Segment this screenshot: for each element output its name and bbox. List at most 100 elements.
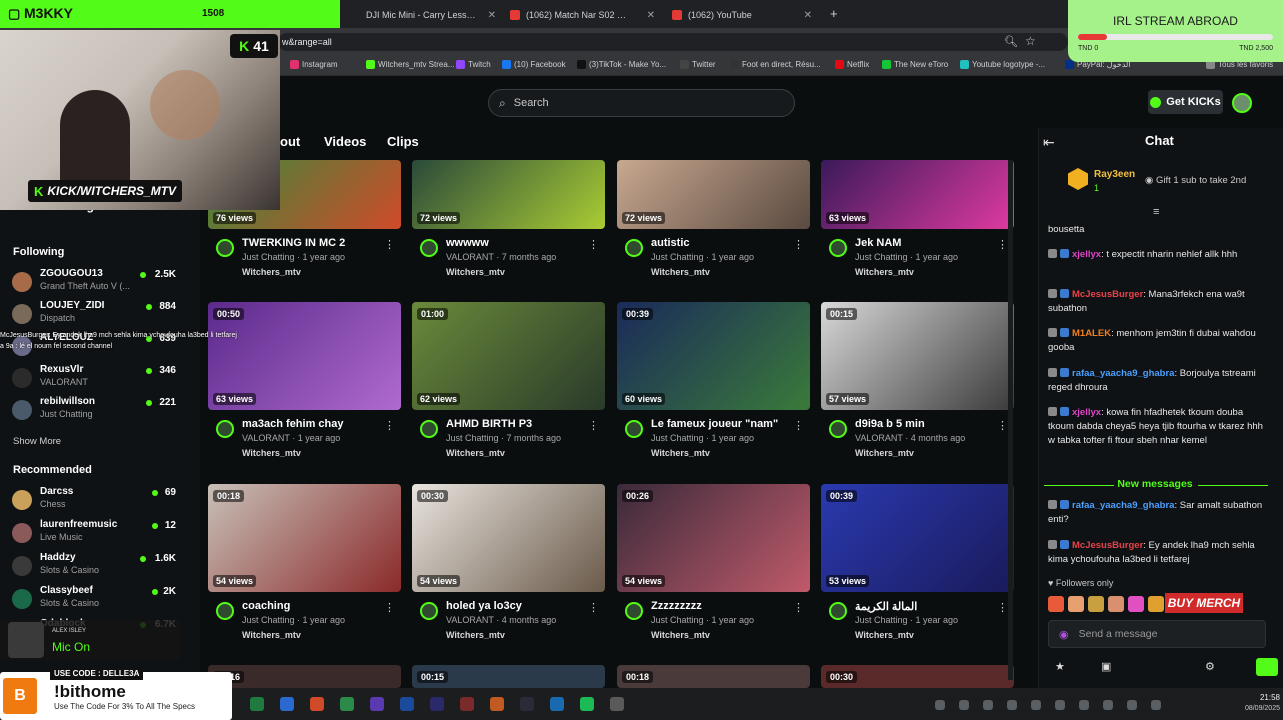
chat-message[interactable]: rafaa_yaacha9_ghabra: Sar amalt subathon… <box>1048 499 1266 527</box>
taskbar-app-icon[interactable] <box>520 697 534 711</box>
sidebar-channel[interactable]: LOUJEY_ZIDI Dispatch 884 <box>12 300 188 330</box>
more-options-icon[interactable]: ⋮ <box>793 238 804 251</box>
more-options-icon[interactable]: ⋮ <box>997 601 1008 614</box>
clip-card[interactable]: 72 views wwwww VALORANT · 7 months ago Witc… <box>412 160 605 295</box>
more-options-icon[interactable]: ⋮ <box>588 419 599 432</box>
clip-channel[interactable]: Witchers_mtv <box>242 267 301 277</box>
search-bar[interactable]: ⌕ Search <box>488 89 795 117</box>
tray-icon[interactable] <box>1007 700 1017 710</box>
close-tab-icon[interactable]: ✕ <box>647 10 655 21</box>
clip-thumbnail[interactable]: 00:18 54 views <box>208 484 401 592</box>
clip-category[interactable]: Just Chatting <box>242 615 295 625</box>
taskbar-app-icon[interactable] <box>280 697 294 711</box>
clip-card[interactable]: 01:00 62 views AHMD BIRTH P3 Just Chatting … <box>412 302 605 476</box>
clip-card[interactable]: 63 views Jek NAM Just Chatting · 1 year ag… <box>821 160 1014 295</box>
clip-title[interactable]: Le fameux joueur "nam" <box>651 418 778 430</box>
taskbar-app-icon[interactable] <box>430 697 444 711</box>
channel-avatar[interactable] <box>625 420 643 438</box>
scrollbar[interactable] <box>1008 160 1013 680</box>
clip-category[interactable]: VALORANT <box>242 433 290 443</box>
channel-avatar[interactable] <box>420 602 438 620</box>
channel-avatar[interactable] <box>216 420 234 438</box>
browser-tab[interactable]: DJI Mic Mini - Carry Less, Captu ✕ <box>366 4 496 26</box>
tray-icon[interactable] <box>1031 700 1041 710</box>
chat-username[interactable]: xjellyx <box>1072 249 1101 260</box>
clip-title[interactable]: holed ya lo3cy <box>446 600 522 612</box>
bookmark-item[interactable]: (3)TikTok - Make Yo... <box>577 60 666 69</box>
taskbar-app-icon[interactable] <box>460 697 474 711</box>
emote-icon[interactable] <box>1048 596 1064 612</box>
bookmark-item[interactable]: Twitter <box>680 60 716 69</box>
clip-card[interactable]: 00:15 57 views d9i9a b 5 min VALORANT · 4 m… <box>821 302 1014 476</box>
clip-channel[interactable]: Witchers_mtv <box>446 448 505 458</box>
chat-username[interactable]: McJesusBurger <box>1072 540 1143 551</box>
sidebar-channel[interactable]: Darcss Chess 69 <box>12 486 188 516</box>
new-tab-button[interactable]: + <box>830 6 838 21</box>
taskbar-app-icon[interactable] <box>580 697 594 711</box>
clip-channel[interactable]: Witchers_mtv <box>446 267 505 277</box>
clip-title[interactable]: autistic <box>651 237 690 249</box>
clip-card[interactable]: 00:39 53 views المالة الكريمة Just Chatting… <box>821 484 1014 658</box>
bookmark-item[interactable]: Instagram <box>290 60 338 69</box>
clip-category[interactable]: Just Chatting <box>242 252 295 262</box>
more-options-icon[interactable]: ⋮ <box>997 419 1008 432</box>
sidebar-channel[interactable]: Haddzy Slots & Casino 1.6K <box>12 552 188 582</box>
chat-filter-icon[interactable]: ≡ <box>1153 206 1159 218</box>
clip-title[interactable]: ma3ach fehim chay <box>242 418 344 430</box>
channel-avatar[interactable] <box>216 602 234 620</box>
clip-title[interactable]: المالة الكريمة <box>855 600 917 613</box>
tab-clips[interactable]: Clips <box>387 134 419 149</box>
taskbar-app-icon[interactable] <box>400 697 414 711</box>
clip-title[interactable]: coaching <box>242 600 290 612</box>
gift-box-icon[interactable]: ▣ <box>1101 660 1111 673</box>
clip-category[interactable]: Just Chatting <box>651 615 704 625</box>
clip-thumbnail[interactable]: 01:00 62 views <box>412 302 605 410</box>
clip-category[interactable]: Just Chatting <box>651 433 704 443</box>
chat-message[interactable]: McJesusBurger: Mana3rfekch ena wa9t suba… <box>1048 288 1266 316</box>
taskbar-app-icon[interactable] <box>490 697 504 711</box>
chat-message[interactable]: xjellyx: t expectit nharin nehlef allk h… <box>1048 248 1266 262</box>
taskbar-app-icon[interactable] <box>550 697 564 711</box>
user-avatar[interactable] <box>1232 93 1252 113</box>
chat-username[interactable]: xjellyx <box>1072 407 1101 418</box>
chat-input[interactable]: Send a message <box>1079 628 1158 640</box>
more-options-icon[interactable]: ⋮ <box>384 601 395 614</box>
clip-channel[interactable]: Witchers_mtv <box>855 448 914 458</box>
close-tab-icon[interactable]: ✕ <box>804 10 812 21</box>
clip-category[interactable]: Just Chatting <box>855 252 908 262</box>
tray-icon[interactable] <box>1103 700 1113 710</box>
clip-thumbnail[interactable]: 72 views <box>617 160 810 229</box>
tray-icon[interactable] <box>1127 700 1137 710</box>
clip-channel[interactable]: Witchers_mtv <box>855 630 914 640</box>
browser-tab[interactable]: (1062) Match Nar S02 🔥 Mar ✕ <box>510 4 655 26</box>
chat-message[interactable]: M1ALEK: menhom jem3tin fi dubai wahdou g… <box>1048 327 1266 355</box>
settings-icon[interactable]: ⚙ <box>1205 660 1215 673</box>
taskbar-app-icon[interactable] <box>340 697 354 711</box>
clip-thumbnail[interactable]: 00:26 54 views <box>617 484 810 592</box>
channel-avatar[interactable] <box>829 602 847 620</box>
channel-avatar[interactable] <box>420 239 438 257</box>
chat-message[interactable]: rafaa_yaacha9_ghabra: Borjoulya tstreami… <box>1048 367 1266 395</box>
channel-avatar[interactable] <box>216 239 234 257</box>
clip-channel[interactable]: Witchers_mtv <box>651 267 710 277</box>
chat-username[interactable]: McJesusBurger <box>1072 289 1143 300</box>
tab-videos[interactable]: Videos <box>324 134 366 149</box>
url-field[interactable]: w&range=all <box>278 33 1068 51</box>
search-input[interactable]: Search <box>514 97 549 109</box>
clip-category[interactable]: Just Chatting <box>446 433 499 443</box>
bookmark-item[interactable]: Youtube logotype -... <box>960 60 1045 69</box>
tray-icon[interactable] <box>935 700 945 710</box>
more-options-icon[interactable]: ⋮ <box>384 238 395 251</box>
emote-icon[interactable] <box>1068 596 1084 612</box>
clip-card[interactable]: 00:39 60 views Le fameux joueur "nam" Just … <box>617 302 810 476</box>
zoom-icon[interactable]: 🔍︎ <box>1004 35 1018 48</box>
new-messages-divider[interactable]: New messages <box>1044 478 1266 490</box>
channel-avatar[interactable] <box>829 239 847 257</box>
sidebar-channel[interactable]: Classybeef Slots & Casino 2K <box>12 585 188 615</box>
sidebar-channel[interactable]: ZGOUGOU13 Grand Theft Auto V (... 2.5K <box>12 268 188 298</box>
sidebar-channel[interactable]: rebilwillson Just Chatting 221 <box>12 396 188 426</box>
emote-icon[interactable] <box>1088 596 1104 612</box>
chat-send-button[interactable] <box>1256 658 1278 676</box>
taskbar-app-icon[interactable] <box>250 697 264 711</box>
chat-username[interactable]: rafaa_yaacha9_ghabra <box>1072 500 1174 511</box>
